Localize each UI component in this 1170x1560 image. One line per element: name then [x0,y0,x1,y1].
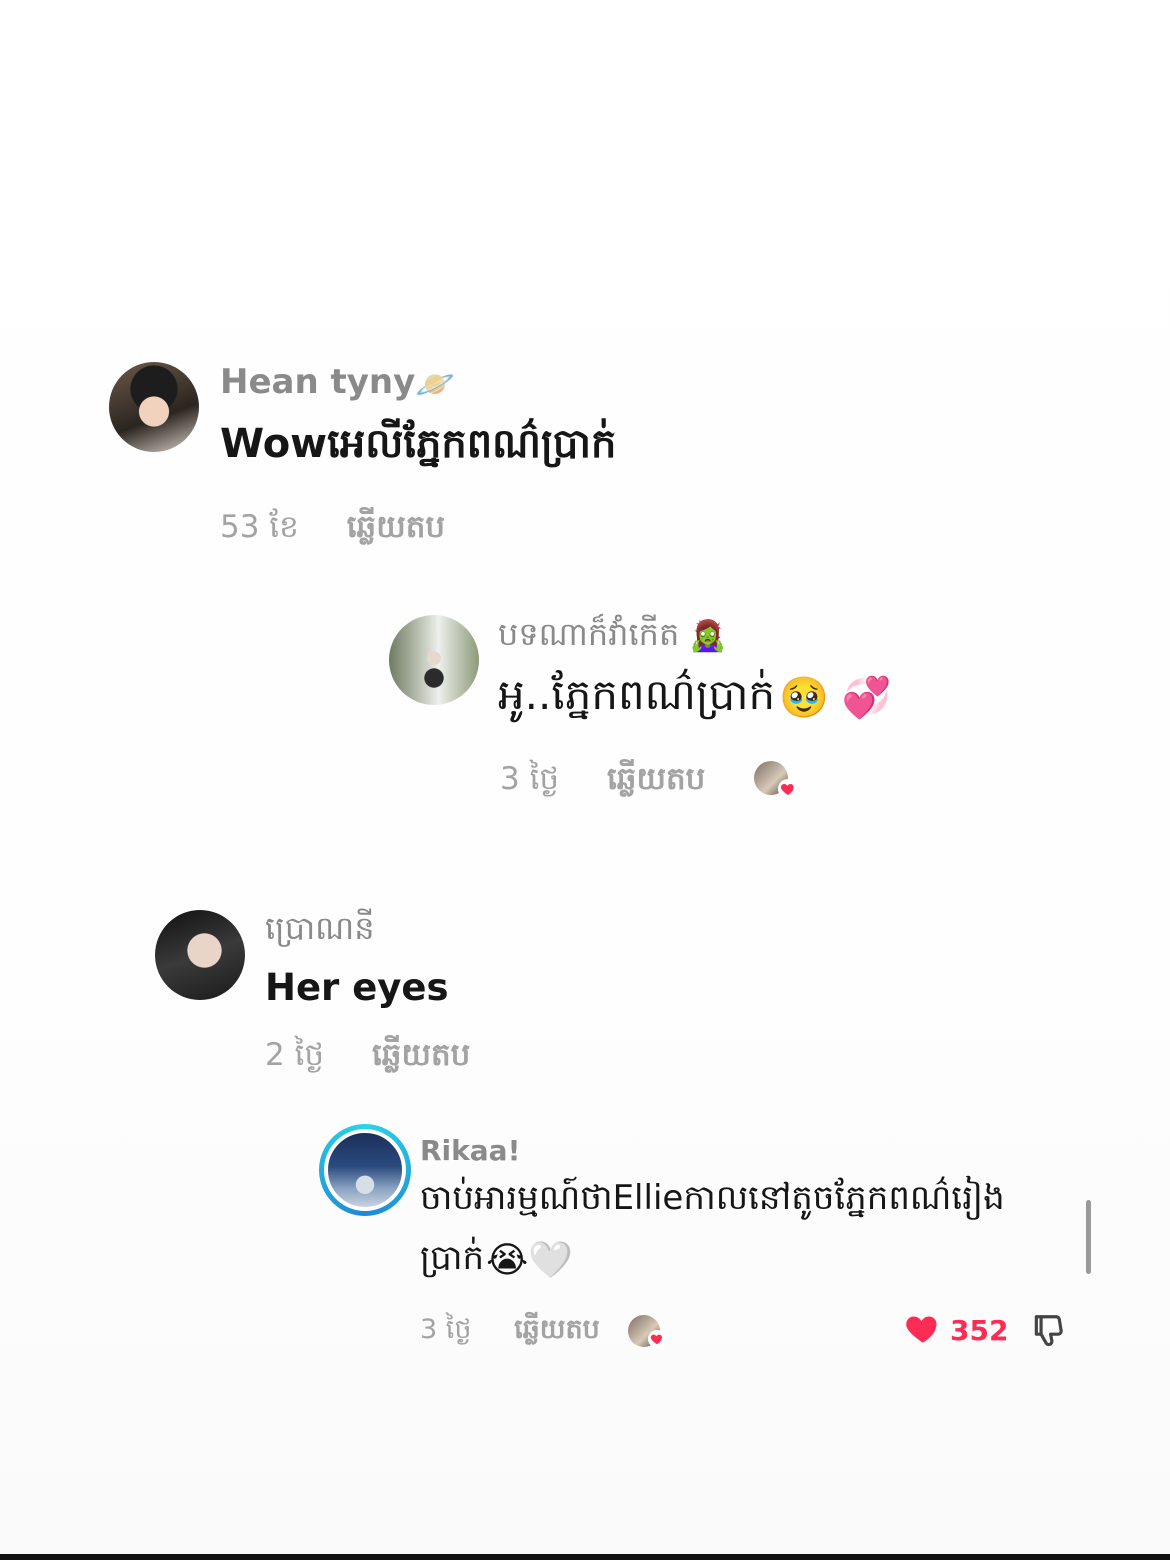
like-count: 352 [950,1313,1009,1347]
creator-liked-heart-icon [648,1330,666,1348]
zombie-emoji: 🧟‍♀️ [689,618,727,654]
comment-username[interactable]: ប្រោណនី [265,908,375,955]
avatar-image [324,1129,406,1211]
comment-time: 2 ថ្ងៃ [265,1037,325,1073]
comment-text: Her eyes [265,966,449,1009]
scrollbar[interactable] [1086,1200,1091,1274]
reply-button[interactable]: ឆ្លើយតប [514,1313,600,1352]
comment-username[interactable]: Rikaa! [420,1134,520,1167]
comment-meta: 3 ថ្ងៃ ឆ្លើយតប [500,760,705,805]
comments-page: Hean tyny🪐 Wowអេលីភ្នែកពណ៌ប្រាក់ 53 ខែ ឆ… [0,0,1170,1560]
like-button[interactable]: 352 [904,1312,1008,1348]
avatar[interactable] [319,1124,411,1216]
comment-meta: 3 ថ្ងៃ ឆ្លើយតប [420,1313,600,1352]
comment-text: Wowអេលីភ្នែកពណ៌ប្រាក់ [220,421,617,467]
reply-button[interactable]: ឆ្លើយតប [372,1036,470,1081]
avatar[interactable] [155,910,245,1000]
comment-meta: 53 ខែ ឆ្លើយតប [220,508,445,553]
emoji-sequence: 🥹 💞 [779,675,892,721]
heart-filled-icon [906,1316,937,1343]
reply-button[interactable]: ឆ្លើយតប [347,508,445,553]
comment-time: 53 ខែ [220,509,299,545]
planet-emoji: 🪐 [415,364,456,403]
avatar[interactable] [389,615,479,705]
comment-time: 3 ថ្ងៃ [420,1314,472,1345]
emoji-sequence: 😭🤍 [486,1239,573,1281]
comment-meta: 2 ថ្ងៃ ឆ្លើយតប [265,1036,470,1081]
comment-text: អូ..ភ្នែកពណ៌ប្រាក់ 🥹 💞 [498,670,892,721]
reply-button[interactable]: ឆ្លើយតប [607,760,705,805]
comment-text-line-2: ប្រាក់😭🤍 [420,1238,573,1281]
thumbs-down-icon [1034,1315,1063,1347]
comment-time: 3 ថ្ងៃ [500,761,560,797]
creator-liked-heart-icon [778,779,798,799]
dislike-button[interactable] [1030,1312,1068,1354]
comment-text-line-1: ចាប់អារម្មណ៍ថាEllieកាលនៅតូចភ្នែកពណ៌រៀង [420,1178,1005,1218]
bottom-edge-bar [0,1554,1170,1560]
comment-username[interactable]: Hean tyny🪐 [220,362,455,403]
comment-username[interactable]: បទណាក៏វាំកើត 🧟‍♀️ [498,614,727,661]
avatar[interactable] [109,362,199,452]
